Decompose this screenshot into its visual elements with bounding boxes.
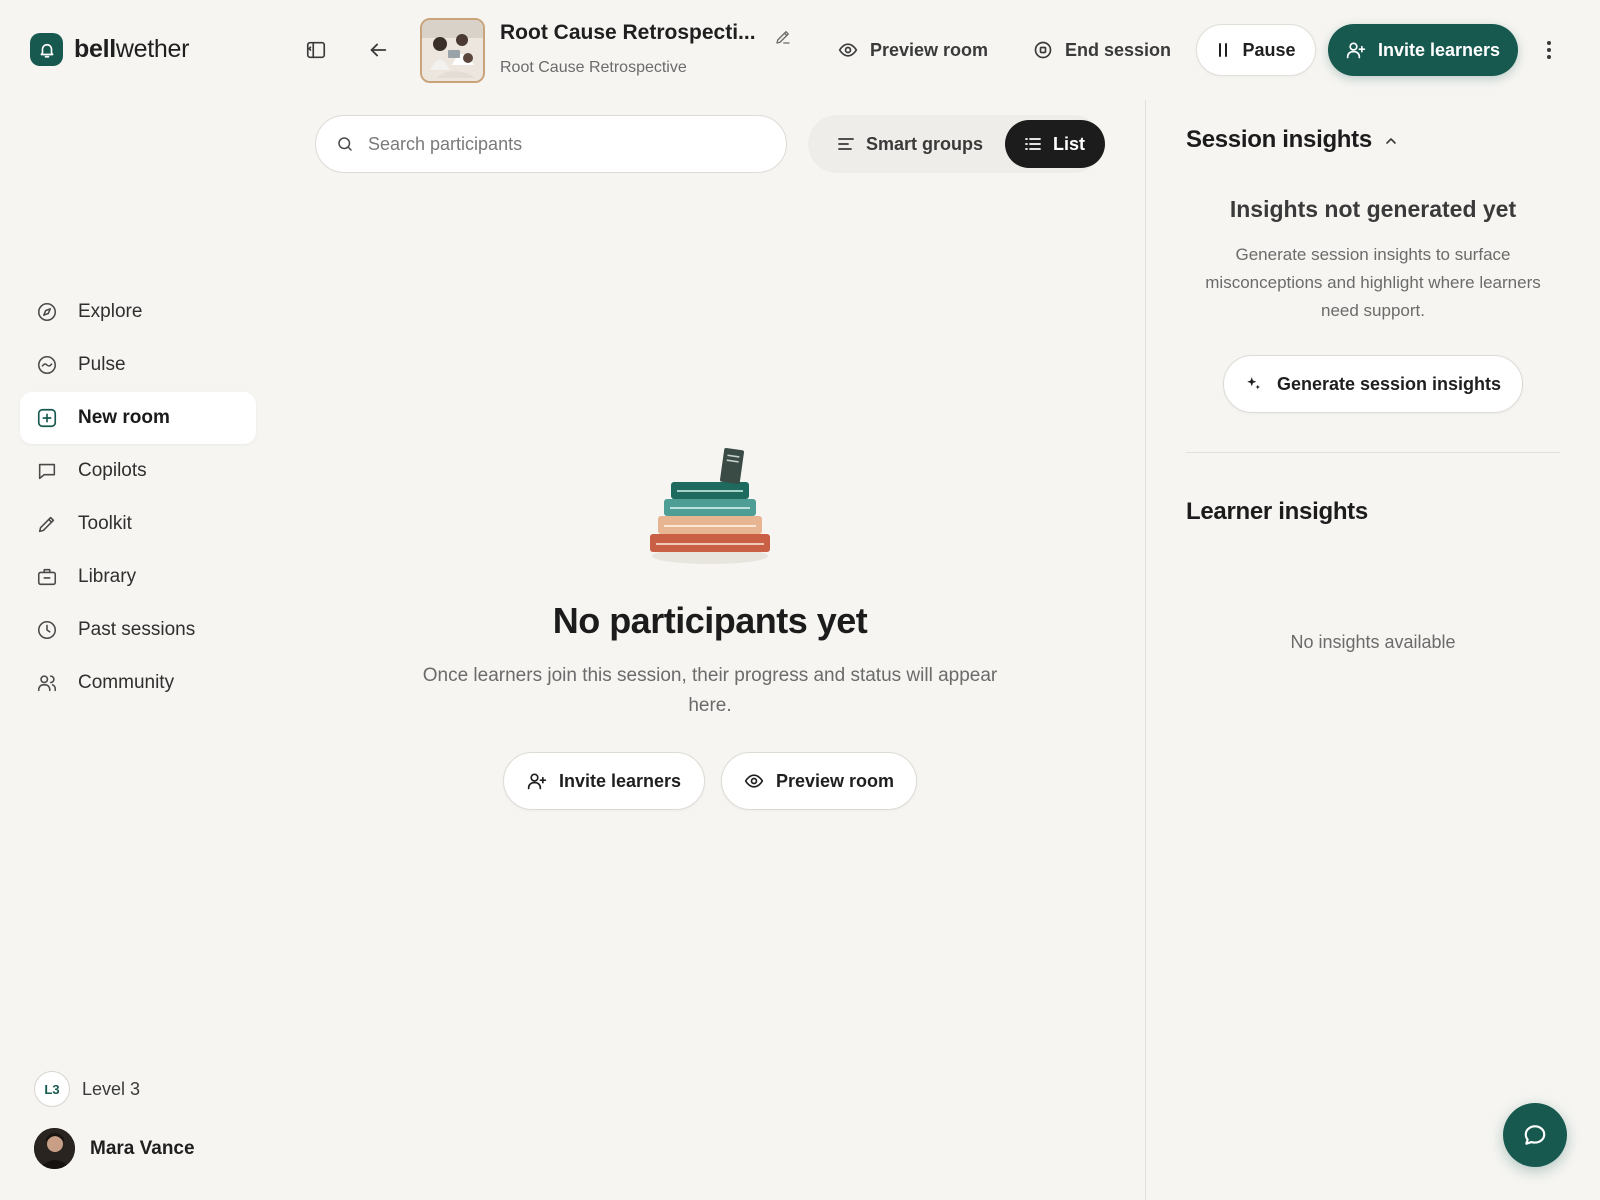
sidebar-item-library[interactable]: Library <box>20 551 256 603</box>
sidebar-item-new-room[interactable]: New room <box>20 392 256 444</box>
sidebar-item-label: Past sessions <box>78 619 196 640</box>
invite-learners-label: Invite learners <box>1377 39 1501 60</box>
sidebar-item-label: Pulse <box>78 354 126 375</box>
user-plus-icon <box>527 773 547 790</box>
sidebar-item-label: Copilots <box>78 460 147 481</box>
more-options-button[interactable] <box>1532 33 1566 67</box>
room-thumbnail <box>420 18 485 83</box>
pause-label: Pause <box>1242 39 1296 60</box>
learner-insights-title: Learner insights <box>1186 498 1368 525</box>
chat-button[interactable] <box>1503 1103 1567 1167</box>
preview-room-button[interactable]: Preview room <box>838 26 988 74</box>
eye-icon <box>744 774 764 788</box>
back-button[interactable] <box>361 33 395 67</box>
search-input[interactable] <box>368 133 748 155</box>
chevron-up-icon <box>1386 138 1396 144</box>
insights-not-generated-title: Insights not generated yet <box>1229 196 1517 222</box>
pause-button[interactable]: Pause <box>1196 24 1316 76</box>
generate-insights-label: Generate session insights <box>1276 373 1502 394</box>
brand-logo[interactable]: bellwether <box>30 33 189 66</box>
edit-pencil-icon <box>776 31 790 44</box>
level-badge: L3 <box>34 1071 70 1107</box>
preview-room-label: Preview room <box>870 39 989 60</box>
generate-session-insights-button[interactable]: Generate session insights <box>1223 355 1523 413</box>
books-illustration <box>640 444 780 574</box>
invite-learners-header-button[interactable]: Invite learners <box>1328 24 1518 76</box>
edit-title-button[interactable] <box>770 24 796 50</box>
users-icon <box>36 672 58 694</box>
sidebar-item-copilots[interactable]: Copilots <box>20 445 256 497</box>
pencil-icon <box>36 513 58 535</box>
clock-icon <box>36 619 58 641</box>
pulse-icon <box>36 354 58 376</box>
invite-learners-label: Invite learners <box>558 770 682 791</box>
preview-room-empty-button[interactable]: Preview room <box>721 752 917 810</box>
level-label: Level 3 <box>82 1078 141 1099</box>
back-arrow-icon <box>370 43 387 57</box>
smart-groups-toggle[interactable]: Smart groups <box>813 120 1005 168</box>
sidebar-item-pulse[interactable]: Pulse <box>20 339 256 391</box>
briefcase-icon <box>36 566 58 588</box>
sidebar-item-label: New room <box>78 407 170 428</box>
room-title: Root Cause Retrospecti... <box>500 21 756 44</box>
search-icon <box>338 137 352 151</box>
insights-not-generated-description: Generate session insights to surface mis… <box>1205 245 1541 320</box>
sidebar-item-toolkit[interactable]: Toolkit <box>20 498 256 550</box>
bell-icon <box>30 33 63 66</box>
sidebar-item-explore[interactable]: Explore <box>20 286 256 338</box>
new-room-icon <box>36 407 58 429</box>
room-subtitle: Root Cause Retrospective <box>500 59 687 76</box>
list-label: List <box>1053 133 1086 154</box>
session-insights-title: Session insights <box>1186 126 1372 153</box>
sidebar-item-label: Toolkit <box>78 513 132 534</box>
end-session-label: End session <box>1065 39 1172 60</box>
brand-name: bellwether <box>74 35 190 63</box>
view-toggle: Smart groups List <box>808 115 1106 173</box>
list-view-toggle[interactable]: List <box>1005 120 1106 168</box>
chat-bubble-icon <box>36 460 58 482</box>
panel-divider <box>1145 100 1146 1200</box>
user-profile[interactable]: Mara Vance <box>34 1128 195 1169</box>
sidebar-nav: Explore Pulse New room Copilots Toolkit … <box>20 286 256 710</box>
compass-icon <box>36 301 58 323</box>
chat-bubble-icon <box>1524 1125 1546 1145</box>
eye-icon <box>838 43 858 57</box>
list-icon <box>1025 138 1041 150</box>
sparkles-icon <box>1247 377 1260 390</box>
level-indicator[interactable]: L3 Level 3 <box>34 1071 140 1107</box>
preview-room-label: Preview room <box>775 770 895 791</box>
invite-learners-button[interactable]: Invite learners <box>503 752 705 810</box>
more-vertical-icon <box>1547 41 1551 59</box>
avatar <box>34 1128 75 1169</box>
empty-state-title: No participants yet <box>552 600 868 641</box>
sidebar-toggle-icon <box>306 41 326 59</box>
sidebar-toggle-button[interactable] <box>299 33 333 67</box>
sidebar-item-label: Library <box>78 566 137 587</box>
sidebar-item-community[interactable]: Community <box>20 657 256 709</box>
user-plus-icon <box>1346 42 1366 59</box>
user-name: Mara Vance <box>90 1137 195 1159</box>
smart-groups-icon <box>838 138 854 150</box>
empty-state-description: Once learners join this session, their p… <box>422 665 998 716</box>
smart-groups-label: Smart groups <box>866 133 984 154</box>
sidebar-item-label: Explore <box>78 301 143 322</box>
collapse-insights-button[interactable] <box>1378 128 1404 154</box>
no-insights-text: No insights available <box>1290 632 1456 652</box>
pause-icon <box>1219 43 1228 57</box>
stop-circle-icon <box>1034 41 1052 59</box>
sidebar-item-past-sessions[interactable]: Past sessions <box>20 604 256 656</box>
insights-divider <box>1186 452 1560 453</box>
search-field[interactable] <box>315 115 787 173</box>
sidebar-item-label: Community <box>78 672 175 693</box>
end-session-button[interactable]: End session <box>1033 26 1171 74</box>
